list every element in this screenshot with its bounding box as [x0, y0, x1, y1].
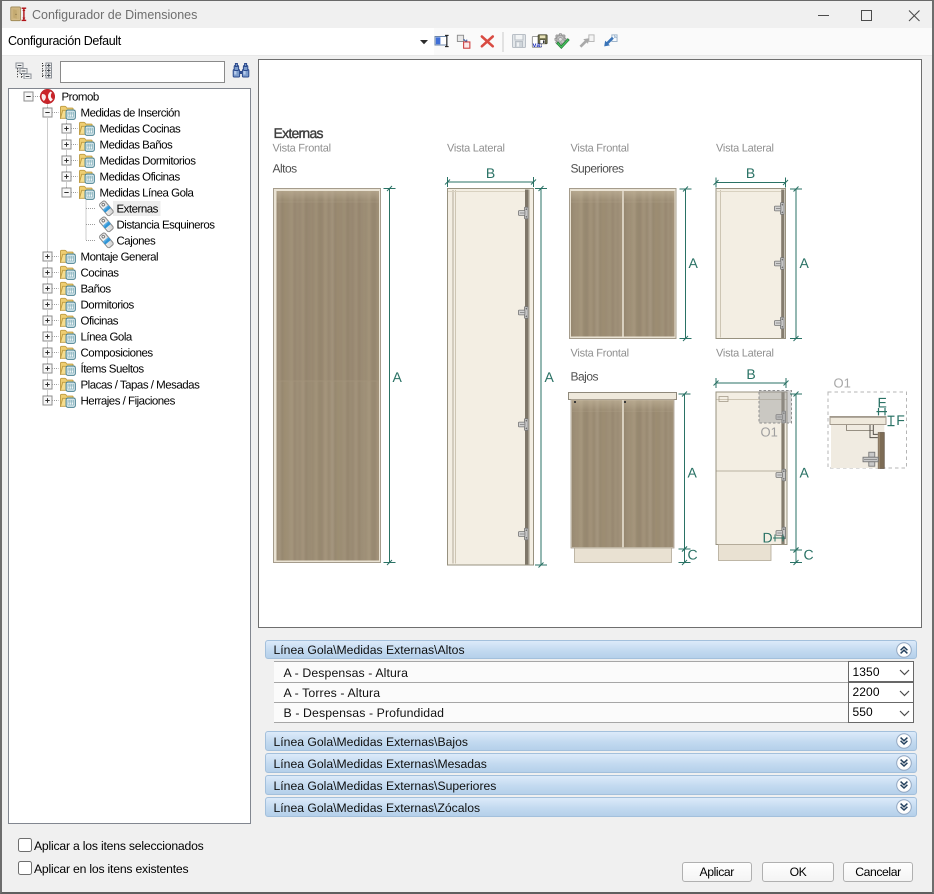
svg-text:A: A	[689, 255, 699, 271]
svg-text:Medidas Baños: Medidas Baños	[100, 140, 174, 152]
svg-text:Medidas Dormitorios: Medidas Dormitorios	[100, 156, 197, 168]
svg-text:Composiciones: Composiciones	[81, 348, 154, 360]
svg-text:Promob: Promob	[62, 92, 99, 104]
svg-text:A: A	[545, 369, 555, 385]
svg-text:Medidas Oficinas: Medidas Oficinas	[100, 172, 181, 184]
svg-text:Vista Lateral: Vista Lateral	[716, 348, 774, 360]
svg-text:A: A	[800, 255, 810, 271]
svg-text:Altos: Altos	[273, 162, 298, 176]
svg-text:C: C	[688, 547, 698, 563]
svg-text:Vista Lateral: Vista Lateral	[447, 143, 505, 155]
svg-text:Montaje General: Montaje General	[81, 252, 159, 264]
svg-text:Placas / Tapas / Mesadas: Placas / Tapas / Mesadas	[81, 380, 201, 392]
svg-text:Ítems Sueltos: Ítems Sueltos	[81, 363, 145, 376]
svg-text:A: A	[800, 465, 810, 481]
svg-text:B: B	[746, 165, 755, 181]
svg-text:D: D	[763, 530, 773, 546]
svg-text:Cajones: Cajones	[117, 236, 156, 248]
svg-text:Herrajes / Fijaciones: Herrajes / Fijaciones	[81, 396, 176, 408]
svg-text:Cocinas: Cocinas	[81, 268, 120, 280]
svg-text:A: A	[688, 465, 698, 481]
svg-text:Medidas de Inserción: Medidas de Inserción	[81, 108, 180, 120]
svg-text:Externas: Externas	[274, 125, 324, 141]
svg-text:O1: O1	[834, 376, 851, 391]
svg-text:F: F	[896, 412, 905, 428]
svg-text:B: B	[746, 366, 755, 382]
svg-text:Oficinas: Oficinas	[81, 316, 119, 328]
svg-text:Distancia Esquineros: Distancia Esquineros	[117, 220, 216, 232]
svg-text:Superiores: Superiores	[571, 162, 625, 176]
svg-text:Medidas Cocinas: Medidas Cocinas	[100, 124, 181, 136]
svg-text:Baños: Baños	[81, 284, 112, 296]
svg-text:B: B	[486, 165, 495, 181]
svg-text:C: C	[804, 547, 814, 563]
svg-text:Vista Frontal: Vista Frontal	[571, 348, 629, 360]
svg-text:O1: O1	[761, 425, 778, 440]
svg-text:Dormitorios: Dormitorios	[81, 300, 135, 312]
svg-text:Línea Gola: Línea Gola	[81, 332, 133, 344]
svg-text:Medidas Línea Gola: Medidas Línea Gola	[100, 188, 195, 200]
svg-text:Vista Frontal: Vista Frontal	[571, 143, 629, 155]
svg-text:Externas: Externas	[117, 204, 159, 216]
svg-text:va:: va:	[533, 42, 543, 49]
svg-text:Vista Lateral: Vista Lateral	[716, 143, 774, 155]
svg-text:A: A	[393, 369, 403, 385]
svg-text:Bajos: Bajos	[571, 370, 599, 384]
svg-text:Vista Frontal: Vista Frontal	[273, 143, 331, 155]
